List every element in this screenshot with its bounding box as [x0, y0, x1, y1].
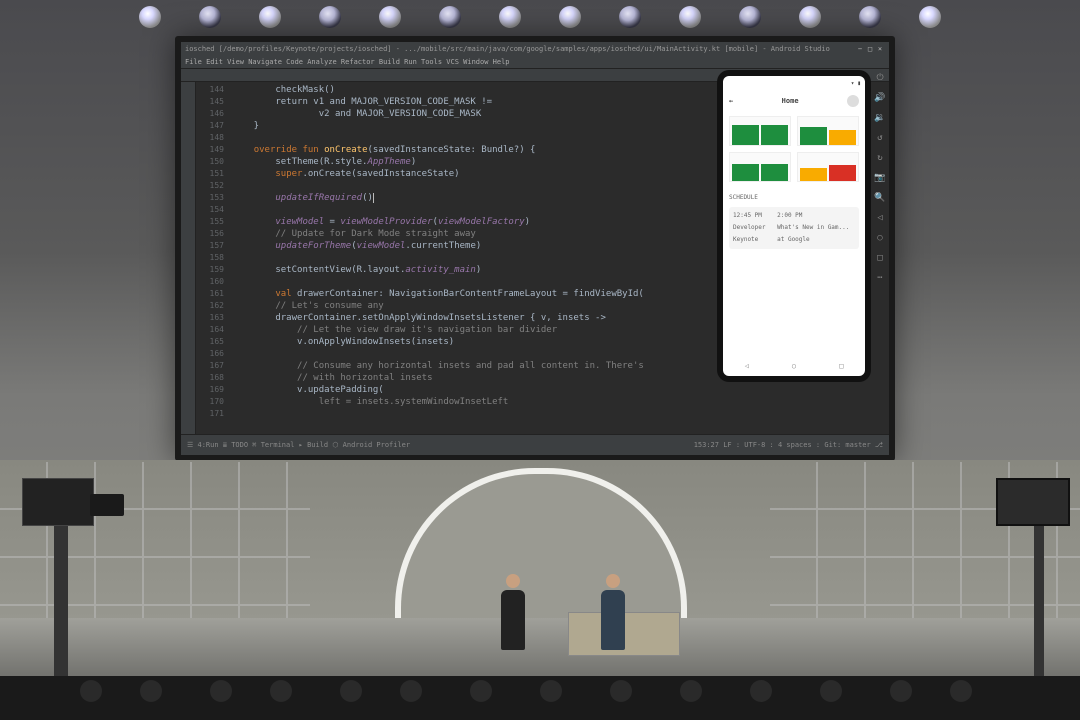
- status-bar: ☰ 4:Run ≣ TODO ⌘ Terminal ▸ Build ⬡ Andr…: [181, 434, 889, 455]
- minimize-icon: −: [855, 43, 865, 55]
- rotate-right-icon: ↻: [877, 152, 882, 164]
- back-icon[interactable]: ←: [729, 95, 733, 107]
- volume-up-icon: 🔊: [874, 92, 885, 104]
- maximize-icon: □: [865, 43, 875, 55]
- more-icon: ⋯: [877, 272, 882, 284]
- presenter-2: [600, 574, 626, 652]
- left-tool-rail[interactable]: [181, 82, 196, 437]
- back-icon: ◁: [877, 212, 882, 224]
- schedule-label: SCHEDULE: [729, 192, 859, 204]
- emulator-screen[interactable]: ▾▮ ← Home SCHEDULE: [723, 76, 865, 376]
- presentation-screen: iosched [/demo/profiles/Keynote/projects…: [175, 36, 895, 461]
- close-icon: ×: [875, 43, 885, 55]
- schedule-card[interactable]: 12:45 PMDeveloper Keynote 2:00 PMWhat's …: [729, 207, 859, 249]
- recents-nav-icon: □: [839, 360, 843, 372]
- window-controls[interactable]: −□×: [855, 43, 885, 55]
- rotate-left-icon: ↺: [877, 132, 882, 144]
- volume-down-icon: 🔉: [874, 112, 885, 124]
- avatar[interactable]: [847, 95, 859, 107]
- monitor-rig-right: [984, 476, 1074, 676]
- camera-rig-left: [4, 476, 124, 676]
- home-nav-icon: ○: [792, 360, 796, 372]
- window-titlebar: iosched [/demo/profiles/Keynote/projects…: [181, 42, 889, 56]
- menu-bar[interactable]: File Edit View Navigate Code Analyze Ref…: [181, 56, 889, 69]
- emulator-toolbar[interactable]: ⏻ 🔊 🔉 ↺ ↻ 📷 🔍 ◁ ○ □ ⋯: [873, 72, 887, 284]
- back-nav-icon: ◁: [745, 360, 749, 372]
- presenter-1: [500, 574, 526, 652]
- phone-statusbar: ▾▮: [723, 76, 865, 92]
- line-number-gutter: 1441451461471481491501511521531541551561…: [196, 82, 228, 437]
- status-right: 153:27 LF : UTF-8 : 4 spaces : Git: mast…: [694, 439, 883, 451]
- home-icon: ○: [877, 232, 882, 244]
- android-studio-ide: iosched [/demo/profiles/Keynote/projects…: [181, 42, 889, 455]
- ceiling-lights: [0, 6, 1080, 36]
- status-left[interactable]: ☰ 4:Run ≣ TODO ⌘ Terminal ▸ Build ⬡ Andr…: [187, 439, 410, 451]
- zoom-icon: 🔍: [874, 192, 885, 204]
- phone-nav-bar[interactable]: ◁ ○ □: [723, 356, 865, 376]
- title-path: iosched [/demo/profiles/Keynote/projects…: [185, 43, 830, 55]
- power-icon: ⏻: [876, 72, 883, 84]
- map-grid: [723, 110, 865, 188]
- camera-icon: 📷: [874, 172, 885, 184]
- audience: [0, 676, 1080, 720]
- app-title: Home: [782, 95, 799, 107]
- android-emulator: ▾▮ ← Home SCHEDULE: [717, 70, 871, 382]
- stage-floor: [0, 618, 1080, 682]
- overview-icon: □: [877, 252, 882, 264]
